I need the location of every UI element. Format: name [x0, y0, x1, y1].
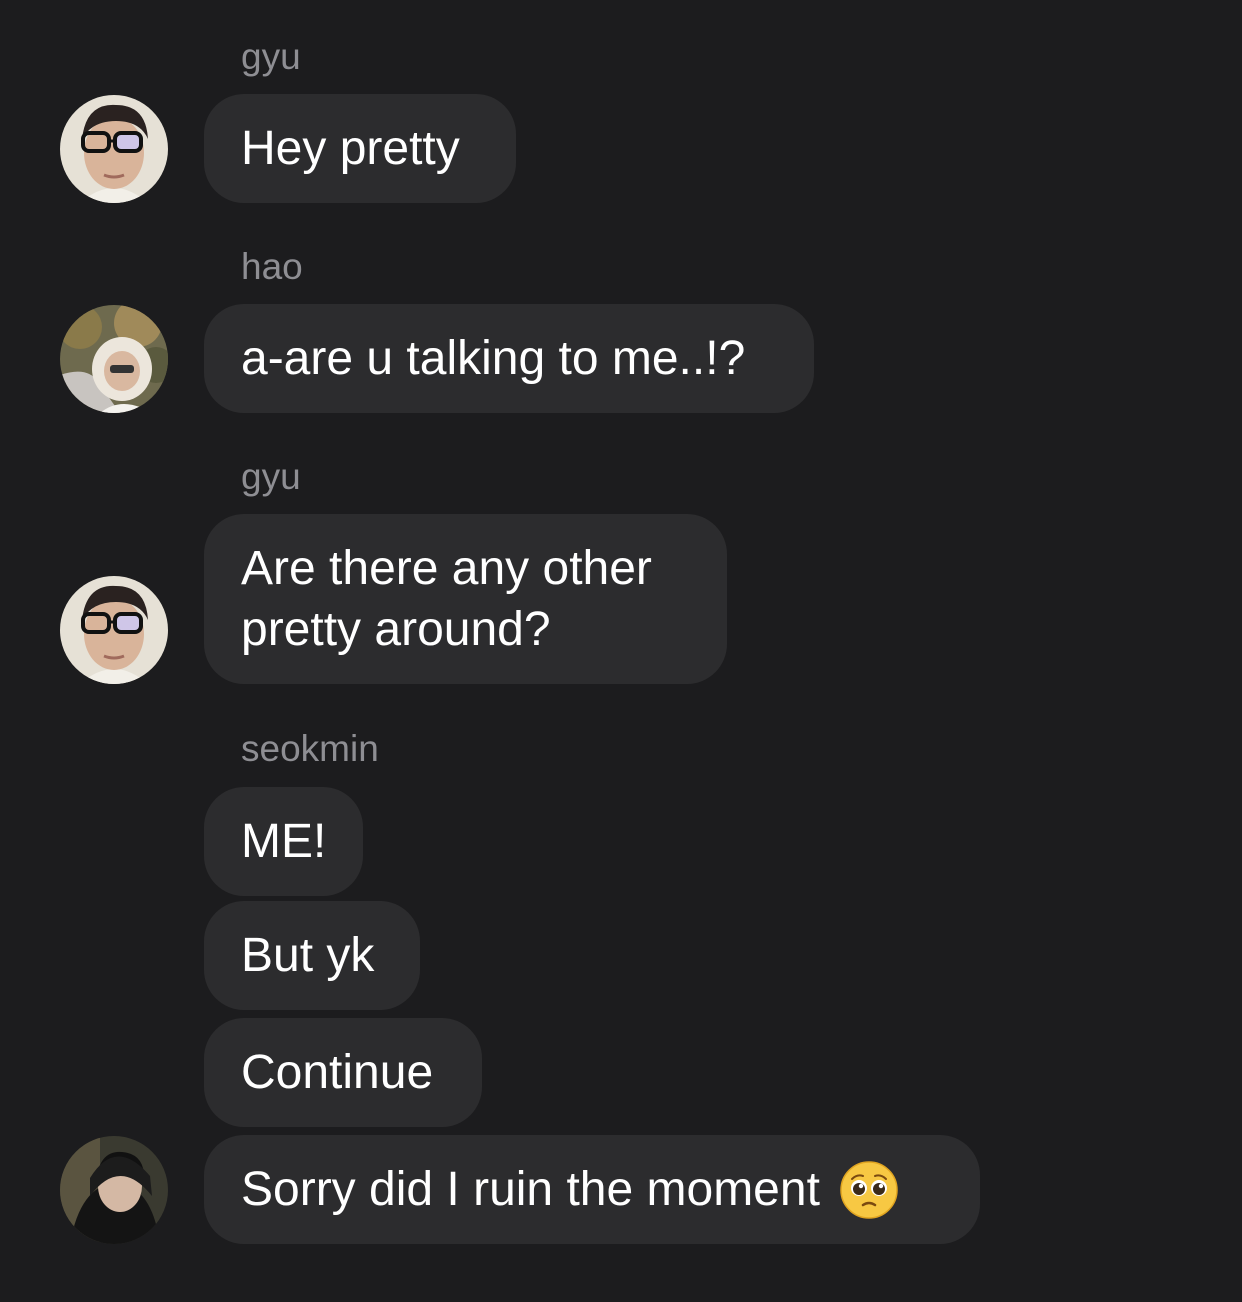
sender-name: hao — [241, 246, 303, 287]
avatar-gyu[interactable] — [60, 95, 168, 203]
message-bubble[interactable]: a-are u talking to me..!? — [204, 304, 814, 413]
sender-name: gyu — [241, 456, 301, 497]
message-line: Are there any other — [241, 542, 652, 595]
avatar-image — [60, 1136, 168, 1244]
message-text: Continue — [241, 1046, 434, 1099]
avatar-image — [60, 305, 168, 413]
avatar-image — [60, 576, 168, 684]
message-text: Are there any other pretty around? — [241, 538, 652, 660]
message-text: a-are u talking to me..!? — [241, 332, 746, 385]
avatar-gyu[interactable] — [60, 576, 168, 684]
sender-name: gyu — [241, 36, 301, 77]
message-bubble[interactable]: Sorry did I ruin the moment — [204, 1135, 980, 1244]
message-bubble[interactable]: Are there any other pretty around? — [204, 514, 727, 684]
avatar-seokmin[interactable] — [60, 1136, 168, 1244]
message-text: ME! — [241, 815, 327, 868]
pleading-face-icon — [840, 1160, 898, 1219]
message-bubble[interactable]: Hey pretty — [204, 94, 516, 203]
message-text: Hey pretty — [241, 122, 460, 175]
message-bubble[interactable]: But yk — [204, 901, 420, 1010]
message-bubble[interactable]: Continue — [204, 1018, 482, 1127]
message-thread: gyu Hey pretty hao a-are u talking to me… — [0, 0, 1242, 1302]
avatar-hao[interactable] — [60, 305, 168, 413]
message-line: pretty around? — [241, 603, 551, 656]
message-bubble[interactable]: ME! — [204, 787, 363, 896]
sender-name: seokmin — [241, 728, 379, 769]
avatar-image — [60, 95, 168, 203]
message-text: But yk — [241, 929, 375, 982]
message-text: Sorry did I ruin the moment — [241, 1163, 820, 1216]
